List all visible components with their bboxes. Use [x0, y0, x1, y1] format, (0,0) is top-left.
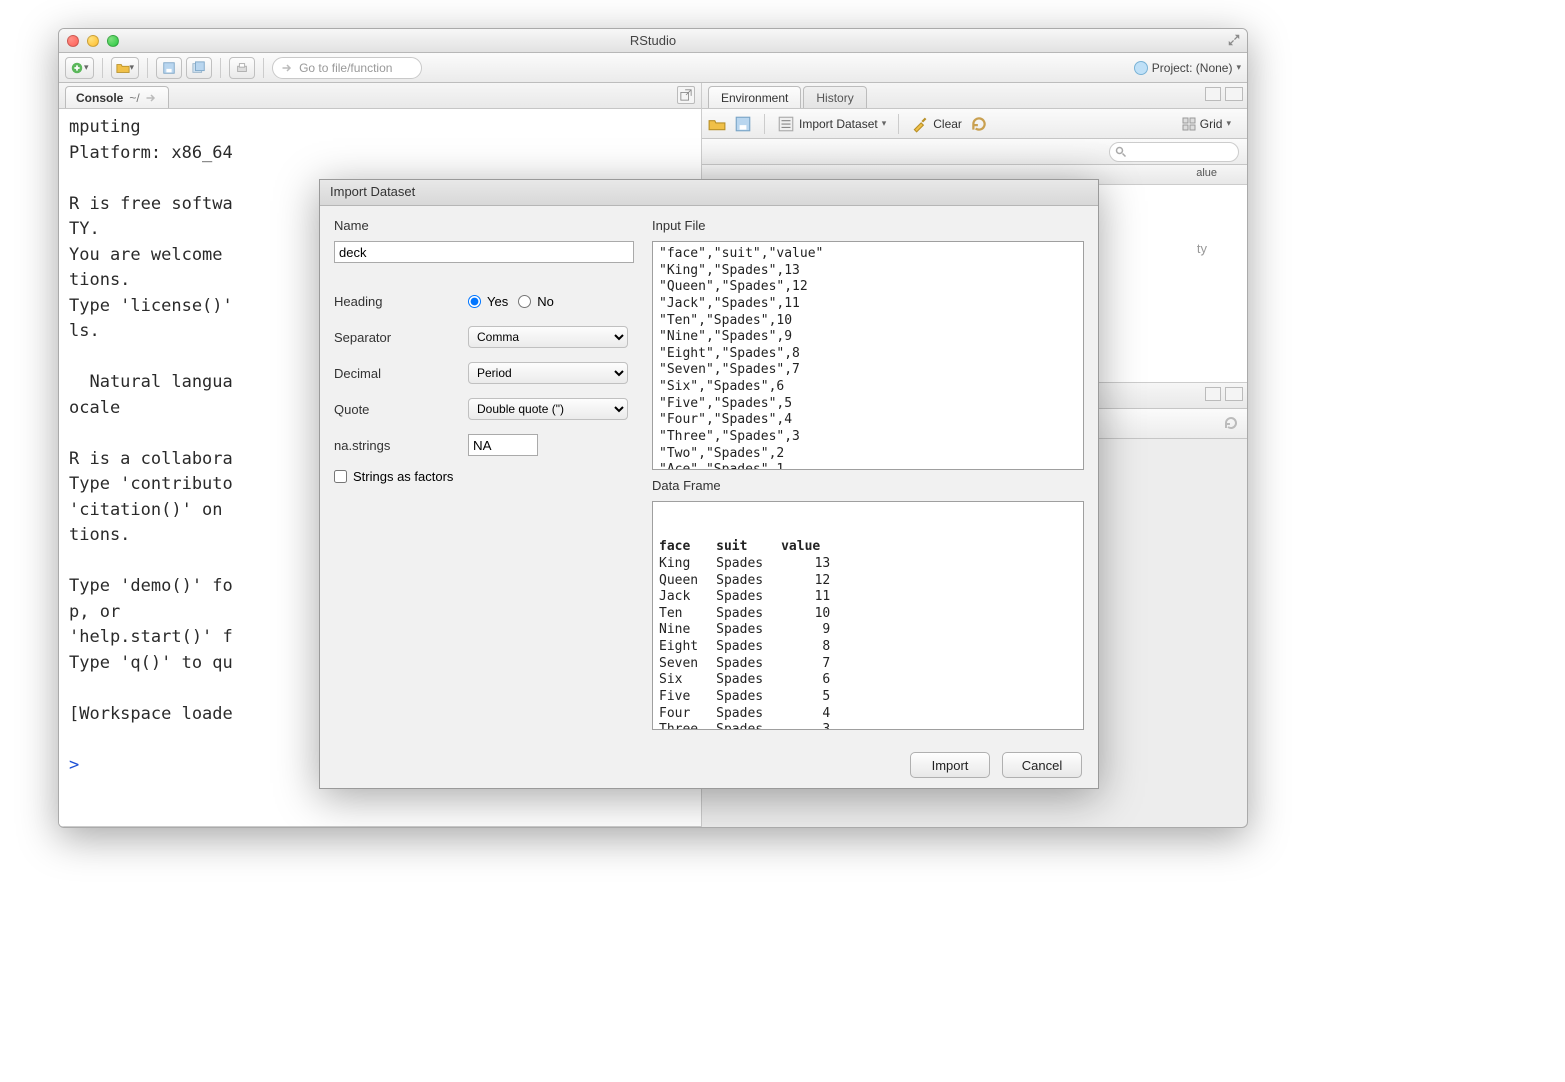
clear-button[interactable]: Clear — [911, 115, 962, 133]
heading-yes-radio[interactable] — [468, 295, 481, 308]
goto-arrow-icon — [281, 62, 293, 74]
main-toolbar: ▾ ▾ Go to file/function Project: (None) … — [59, 53, 1247, 83]
separator-select[interactable]: Comma — [468, 326, 628, 348]
input-file-preview[interactable]: "face","suit","value" "King","Spades",13… — [652, 241, 1084, 470]
pane-minimize-icon-2[interactable] — [1205, 387, 1221, 401]
project-icon — [1134, 61, 1148, 75]
save-workspace-icon[interactable] — [734, 115, 752, 133]
heading-label: Heading — [334, 294, 454, 309]
data-frame-label: Data Frame — [652, 478, 1084, 493]
save-button[interactable] — [156, 57, 182, 79]
chevron-down-icon: ▾ — [1236, 62, 1241, 73]
new-file-button[interactable]: ▾ — [65, 57, 94, 79]
quote-label: Quote — [334, 402, 454, 417]
go-to-file-input[interactable]: Go to file/function — [272, 57, 422, 79]
pane-maximize-icon-2[interactable] — [1225, 387, 1243, 401]
go-to-file-placeholder: Go to file/function — [299, 61, 392, 75]
broom-icon — [911, 115, 929, 133]
quote-select[interactable]: Double quote (") — [468, 398, 628, 420]
history-tab[interactable]: History — [803, 86, 866, 108]
open-workspace-icon[interactable] — [708, 115, 726, 133]
app-window: RStudio ▾ ▾ Go to file/function Project:… — [58, 28, 1248, 828]
pane-maximize-icon[interactable] — [1225, 87, 1243, 101]
heading-no-radio[interactable] — [518, 295, 531, 308]
project-menu[interactable]: Project: (None) — [1152, 61, 1233, 75]
grid-view-button[interactable]: Grid▾ — [1182, 117, 1231, 131]
name-label: Name — [334, 218, 634, 233]
import-dataset-dialog: Import Dataset Name Heading Yes No Separ… — [319, 179, 1099, 789]
window-title: RStudio — [59, 33, 1247, 48]
data-frame-preview[interactable]: facesuitvalueKingSpades13QueenSpades12Ja… — [652, 501, 1084, 730]
decimal-label: Decimal — [334, 366, 454, 381]
separator-label: Separator — [334, 330, 454, 345]
refresh-icon[interactable] — [970, 115, 988, 133]
titlebar: RStudio — [59, 29, 1247, 53]
import-button[interactable]: Import — [910, 752, 990, 778]
fullscreen-icon[interactable] — [1227, 33, 1241, 47]
name-input[interactable] — [334, 241, 634, 263]
goto-dir-icon[interactable] — [144, 92, 158, 104]
popout-icon[interactable] — [677, 86, 695, 104]
refresh-icon-2[interactable] — [1223, 415, 1239, 434]
decimal-select[interactable]: Period — [468, 362, 628, 384]
strings-as-factors-label: Strings as factors — [353, 469, 453, 484]
console-working-dir: ~/ — [129, 91, 139, 105]
save-all-button[interactable] — [186, 57, 212, 79]
console-tab[interactable]: Console ~/ — [65, 86, 169, 108]
input-file-label: Input File — [652, 218, 1084, 233]
nastrings-label: na.strings — [334, 438, 454, 453]
pane-minimize-icon[interactable] — [1205, 87, 1221, 101]
grid-icon — [1182, 117, 1196, 131]
cancel-button[interactable]: Cancel — [1002, 752, 1082, 778]
search-icon — [1115, 146, 1127, 158]
import-icon — [777, 115, 795, 133]
nastrings-input[interactable] — [468, 434, 538, 456]
open-file-button[interactable]: ▾ — [111, 57, 140, 79]
print-button[interactable] — [229, 57, 255, 79]
import-dataset-button[interactable]: Import Dataset▾ — [777, 115, 886, 133]
environment-search-input[interactable] — [1109, 142, 1239, 162]
strings-as-factors-checkbox[interactable] — [334, 470, 347, 483]
dialog-title: Import Dataset — [320, 180, 1098, 206]
environment-tab[interactable]: Environment — [708, 86, 801, 108]
